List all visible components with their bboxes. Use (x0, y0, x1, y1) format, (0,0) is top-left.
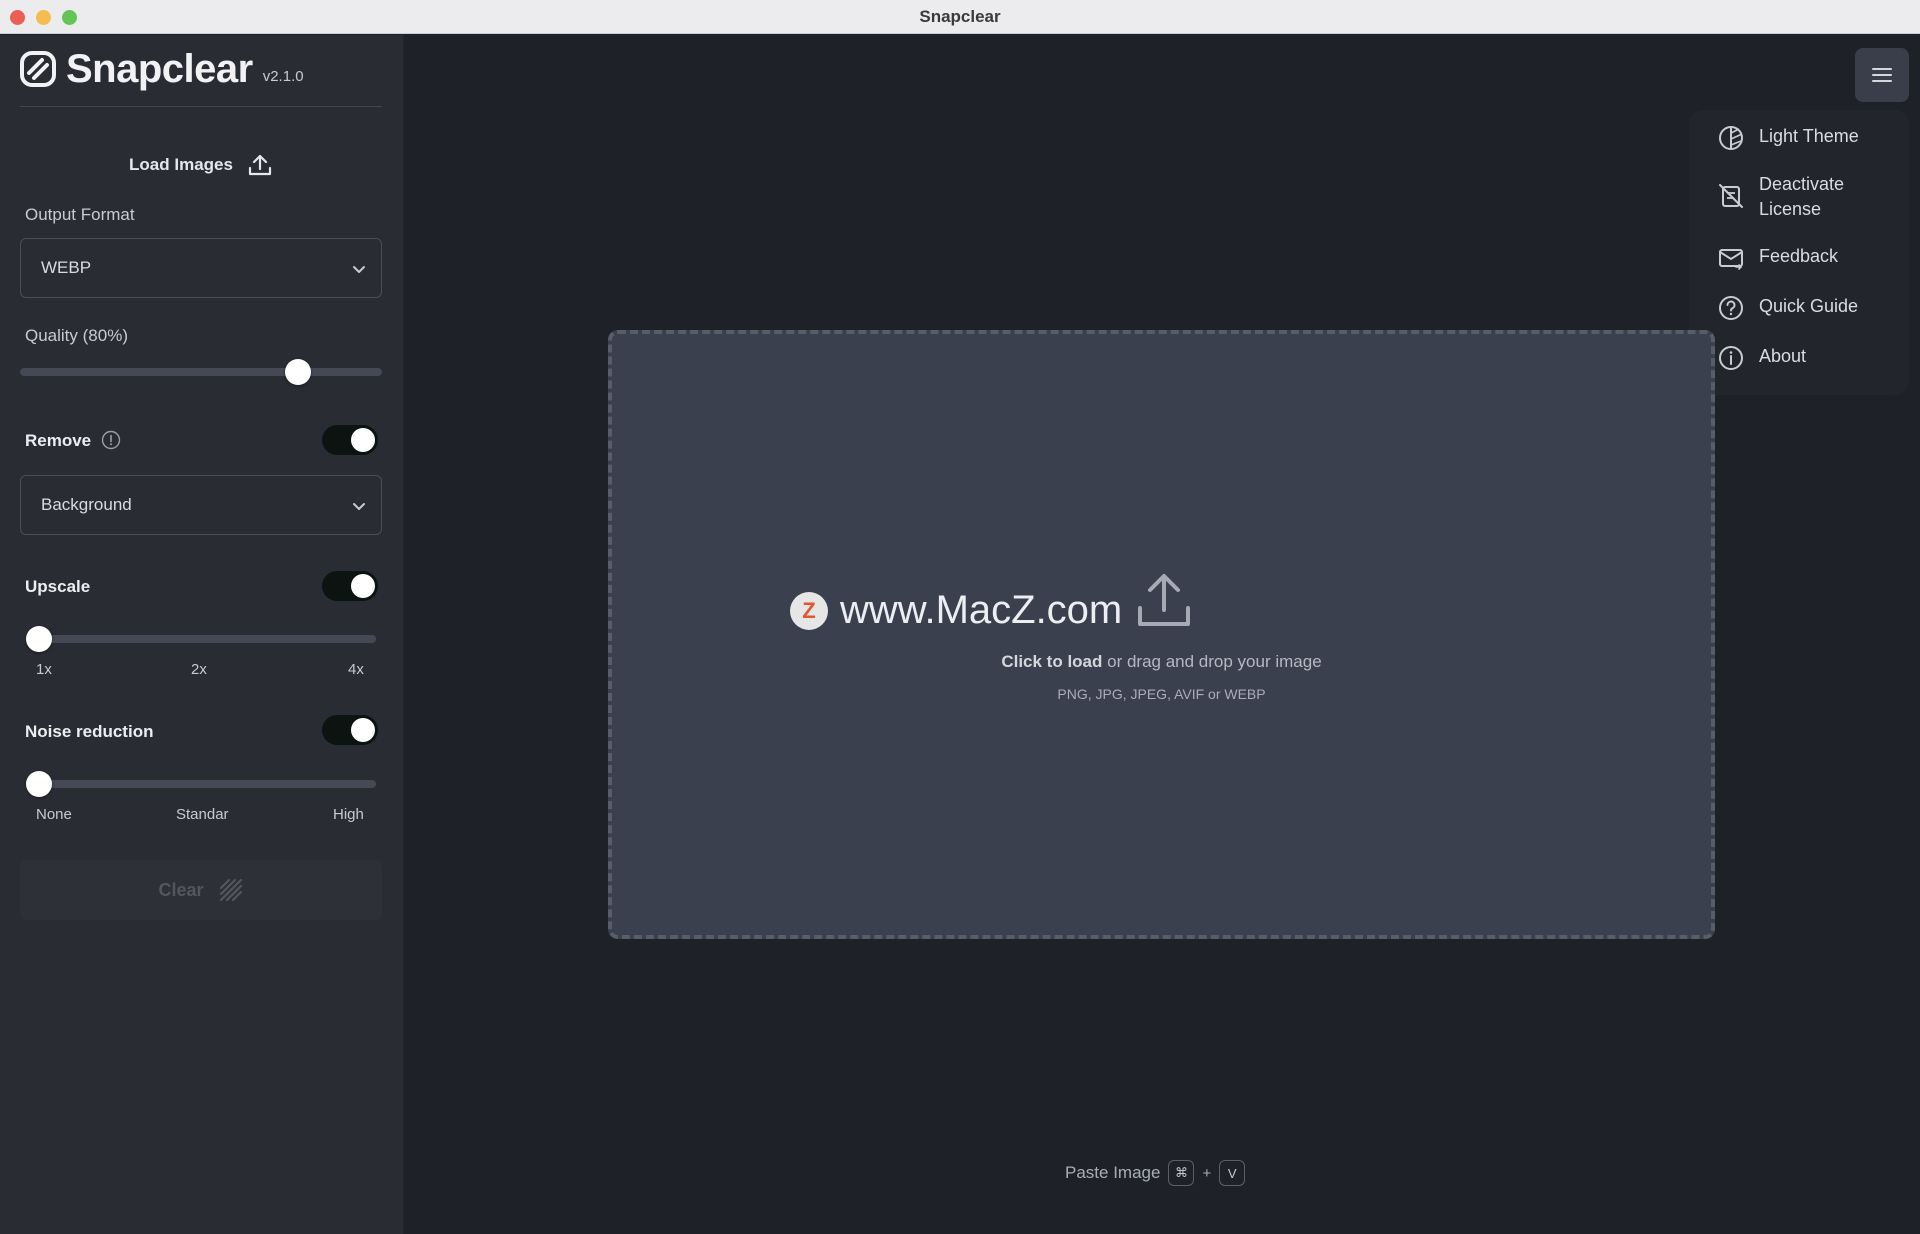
output-format-select[interactable]: WEBP (20, 238, 382, 298)
menu-item-label: About (1759, 346, 1807, 366)
sidebar: Snapclear v2.1.0 Load Images Output Form… (0, 35, 404, 1234)
menu-item-label: Feedback (1759, 246, 1839, 266)
paste-image-label: Paste Image (1065, 1163, 1161, 1182)
app-logo: Snapclear v2.1.0 (20, 47, 304, 91)
toggle-knob (351, 718, 375, 742)
upscale-tick-4x: 4x (348, 661, 364, 678)
toggle-knob (351, 428, 375, 452)
noise-reduction-toggle[interactable] (322, 715, 378, 745)
menu-item-label: Quick Guide (1759, 296, 1859, 316)
menu-item-deactivate-license[interactable]: Deactivate License (1717, 172, 1867, 222)
output-format-value: WEBP (41, 258, 92, 277)
v-key: V (1219, 1160, 1246, 1186)
upscale-label: Upscale (25, 577, 91, 596)
theme-icon (1719, 126, 1743, 150)
hamburger-icon (1872, 68, 1892, 82)
noise-tick-high: High (333, 806, 364, 823)
plus-sign: + (1202, 1164, 1212, 1182)
upscale-slider-thumb[interactable] (26, 626, 52, 652)
info-icon (1719, 346, 1743, 370)
app-name: Snapclear (66, 46, 253, 91)
upscale-slider-track[interactable] (27, 635, 376, 643)
remove-label: Remove (25, 431, 92, 450)
click-to-load-text[interactable]: Click to load (1001, 652, 1102, 671)
info-icon[interactable] (101, 430, 121, 450)
menu-item-label: Deactivate License (1759, 174, 1845, 219)
chevron-down-icon (353, 266, 365, 273)
watermark-logo: Z (790, 591, 828, 630)
supported-formats: PNG, JPG, JPEG, AVIF or WEBP (1057, 686, 1266, 702)
quality-slider-track[interactable] (20, 368, 382, 376)
watermark: Z www.MacZ.com (790, 588, 1122, 633)
menu-item-about[interactable]: About (1717, 344, 1806, 372)
clear-button[interactable]: Clear (20, 860, 382, 920)
drop-zone-instructions: Click to load or drag and drop your imag… (612, 652, 1711, 672)
window-title: Snapclear (919, 7, 1001, 26)
upscale-tick-1x: 1x (36, 661, 52, 678)
toggle-knob (351, 574, 375, 598)
noise-reduction-slider-thumb[interactable] (26, 771, 52, 797)
image-drop-zone[interactable]: Click to load or drag and drop your imag… (608, 330, 1715, 939)
noise-tick-none: None (36, 806, 72, 823)
snapclear-logo-icon (20, 51, 56, 87)
clear-hatch-icon (219, 878, 242, 902)
output-format-label: Output Format (25, 205, 135, 224)
title-bar: Snapclear (0, 0, 1920, 34)
divider (20, 106, 382, 107)
load-images-button[interactable]: Load Images (20, 145, 382, 185)
upload-icon (1138, 574, 1190, 626)
upscale-toggle[interactable] (322, 571, 378, 601)
app-version: v2.1.0 (262, 67, 304, 85)
chevron-down-icon (353, 503, 365, 510)
license-off-icon (1719, 184, 1743, 208)
command-key: ⌘ (1168, 1160, 1195, 1186)
mail-icon (1719, 249, 1743, 270)
remove-target-value: Background (41, 495, 132, 514)
clear-label: Clear (158, 879, 204, 900)
noise-tick-standar: Standar (176, 806, 229, 823)
load-images-label: Load Images (129, 155, 233, 174)
quality-slider-thumb[interactable] (285, 359, 311, 385)
upscale-tick-2x: 2x (191, 661, 207, 678)
drag-drop-text: or drag and drop your image (1102, 652, 1322, 671)
paste-image-hint: Paste Image ⌘ + V (1065, 1160, 1246, 1186)
menu-button[interactable] (1855, 48, 1909, 102)
noise-reduction-label: Noise reduction (25, 722, 154, 741)
remove-toggle[interactable] (322, 425, 378, 455)
menu-item-light-theme[interactable]: Light Theme (1717, 124, 1859, 152)
upload-icon (248, 154, 272, 176)
app-menu-dropdown: Light Theme Deactivate License Feedback … (1689, 110, 1909, 395)
remove-target-select[interactable]: Background (20, 475, 382, 535)
quality-label: Quality (80%) (25, 326, 128, 345)
menu-item-label: Light Theme (1759, 126, 1859, 146)
watermark-text: www.MacZ.com (840, 588, 1123, 632)
menu-item-quick-guide[interactable]: Quick Guide (1717, 294, 1858, 322)
menu-item-feedback[interactable]: Feedback (1717, 244, 1838, 272)
help-icon (1719, 296, 1743, 320)
noise-reduction-slider-track[interactable] (27, 780, 376, 788)
